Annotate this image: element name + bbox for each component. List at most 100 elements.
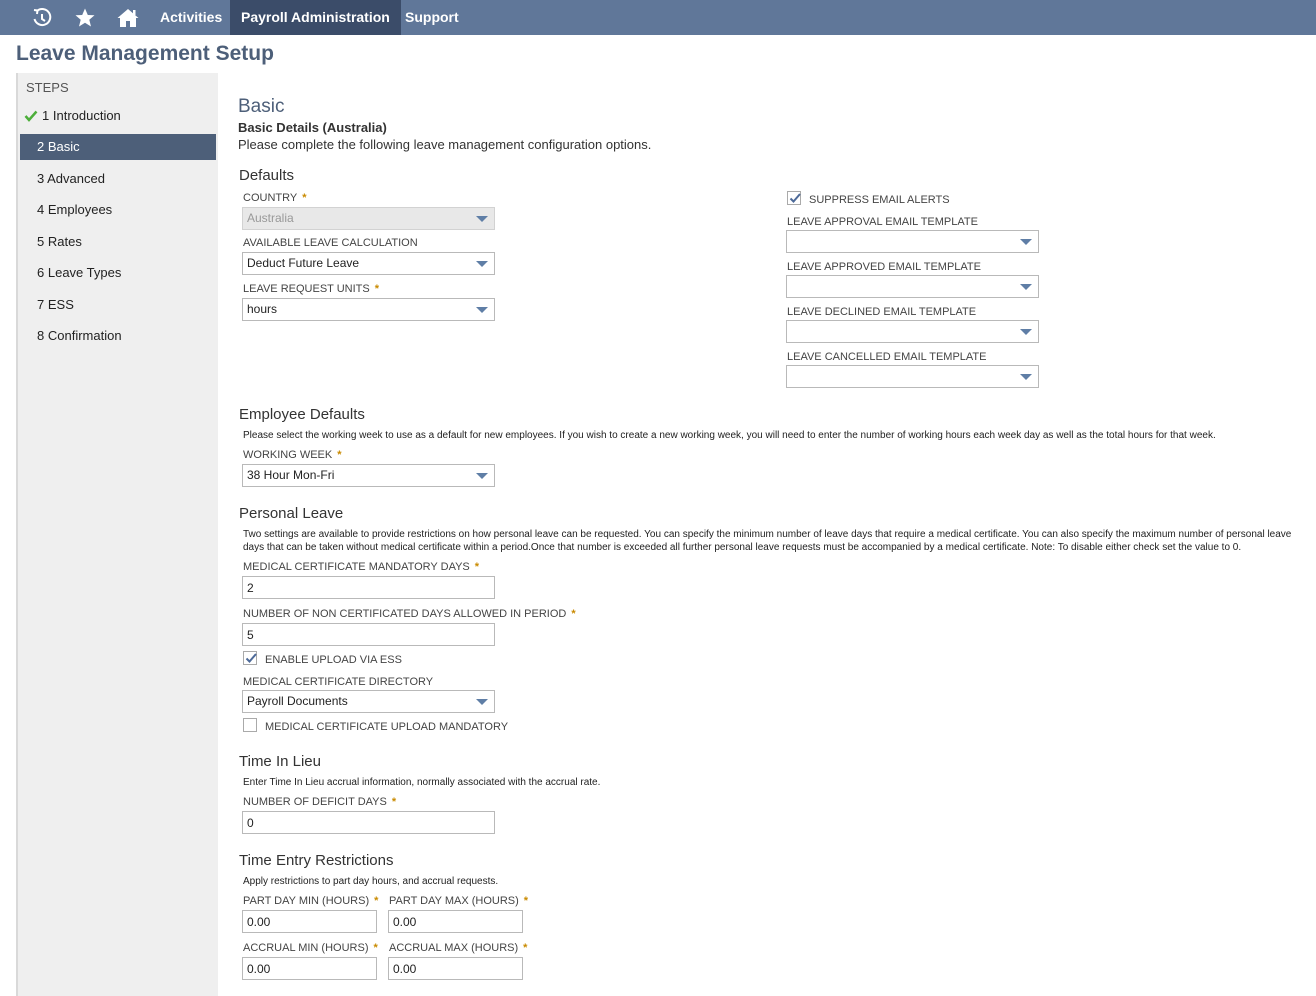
- step-confirmation[interactable]: 8 Confirmation: [20, 323, 216, 349]
- section-heading: Basic: [238, 96, 285, 117]
- nav-payroll-administration[interactable]: Payroll Administration: [230, 0, 401, 35]
- personal-leave-title: Personal Leave: [239, 505, 344, 522]
- step-label: Advanced: [47, 171, 105, 186]
- deficit-days-label: NUMBER OF DEFICIT DAYS *: [243, 796, 397, 808]
- suppress-email-checkbox[interactable]: [787, 191, 801, 205]
- cert-directory-value: Payroll Documents: [247, 694, 348, 708]
- time-entry-title: Time Entry Restrictions: [239, 852, 394, 869]
- enable-upload-checkbox[interactable]: [243, 651, 257, 665]
- cert-directory-label: MEDICAL CERTIFICATE DIRECTORY: [243, 676, 434, 688]
- step-introduction[interactable]: 1 Introduction: [20, 103, 216, 129]
- time-in-lieu-title: Time In Lieu: [239, 753, 321, 770]
- check-icon: [789, 193, 801, 203]
- non-cert-days-label: NUMBER OF NON CERTIFICATED DAYS ALLOWED …: [243, 608, 576, 620]
- approved-template-label: LEAVE APPROVED EMAIL TEMPLATE: [787, 261, 981, 273]
- time-in-lieu-desc: Enter Time In Lieu accrual information, …: [243, 777, 601, 788]
- employee-defaults-title: Employee Defaults: [239, 406, 365, 423]
- part-max-input[interactable]: [388, 910, 523, 933]
- upload-mandatory-checkbox[interactable]: [243, 718, 257, 732]
- accrual-min-input[interactable]: [242, 957, 377, 980]
- intro-text: Please complete the following leave mana…: [238, 137, 652, 152]
- approved-template-select[interactable]: [786, 275, 1039, 298]
- step-leave-types[interactable]: 6 Leave Types: [20, 260, 216, 286]
- step-advanced[interactable]: 3 Advanced: [20, 166, 216, 192]
- suppress-email-label: SUPPRESS EMAIL ALERTS: [809, 194, 950, 206]
- non-cert-days-input[interactable]: [242, 623, 495, 646]
- chevron-down-icon: [1020, 374, 1032, 380]
- step-label: Introduction: [52, 108, 121, 123]
- steps-header: STEPS: [26, 80, 69, 95]
- country-label: COUNTRY *: [243, 192, 307, 204]
- part-max-label: PART DAY MAX (HOURS) *: [389, 895, 529, 907]
- employee-defaults-desc: Please select the working week to use as…: [243, 430, 1216, 441]
- recent-icon[interactable]: [29, 5, 55, 30]
- accrual-max-label: ACCRUAL MAX (HOURS) *: [389, 942, 528, 954]
- step-label: Rates: [47, 234, 82, 249]
- time-entry-desc: Apply restrictions to part day hours, an…: [243, 876, 499, 887]
- step-number: 6: [37, 265, 45, 280]
- step-ess[interactable]: 7 ESS: [20, 292, 216, 318]
- available-leave-value: Deduct Future Leave: [247, 256, 360, 270]
- step-number: 2: [37, 139, 45, 154]
- step-basic[interactable]: 2 Basic: [20, 134, 216, 160]
- page-title: Leave Management Setup: [16, 42, 274, 65]
- cancelled-template-select[interactable]: [786, 365, 1039, 388]
- steps-panel: STEPS 1 Introduction 2 Basic 3 Advanced …: [16, 73, 218, 996]
- request-units-label: LEAVE REQUEST UNITS *: [243, 283, 380, 295]
- enable-upload-label: ENABLE UPLOAD VIA ESS: [265, 654, 402, 666]
- step-rates[interactable]: 5 Rates: [20, 229, 216, 255]
- accrual-min-label: ACCRUAL MIN (HOURS) *: [243, 942, 378, 954]
- country-select: Australia: [242, 207, 495, 230]
- nav-support[interactable]: Support: [394, 0, 470, 35]
- step-label: Leave Types: [47, 265, 122, 280]
- approval-template-select[interactable]: [786, 230, 1039, 253]
- working-week-value: 38 Hour Mon-Fri: [247, 468, 335, 482]
- top-nav: Activities Payroll Administration Suppor…: [0, 0, 1316, 35]
- step-label: Confirmation: [47, 328, 122, 343]
- chevron-down-icon: [476, 699, 488, 705]
- upload-mandatory-label: MEDICAL CERTIFICATE UPLOAD MANDATORY: [265, 721, 509, 733]
- step-number: 3: [37, 171, 45, 186]
- chevron-down-icon: [1020, 239, 1032, 245]
- mandatory-days-input[interactable]: [242, 576, 495, 599]
- available-leave-select[interactable]: Deduct Future Leave: [242, 252, 495, 275]
- country-value: Australia: [247, 211, 294, 225]
- step-number: 1: [42, 108, 50, 123]
- declined-template-label: LEAVE DECLINED EMAIL TEMPLATE: [787, 306, 977, 318]
- part-min-input[interactable]: [242, 910, 377, 933]
- step-number: 5: [37, 234, 45, 249]
- home-icon[interactable]: [115, 5, 141, 30]
- nav-activities[interactable]: Activities: [149, 0, 233, 35]
- working-week-label: WORKING WEEK *: [243, 449, 342, 461]
- chevron-down-icon: [1020, 329, 1032, 335]
- personal-leave-desc: Two settings are available to provide re…: [243, 529, 1292, 553]
- chevron-down-icon: [1020, 284, 1032, 290]
- step-employees[interactable]: 4 Employees: [20, 197, 216, 223]
- step-label: Basic: [47, 139, 80, 154]
- request-units-select[interactable]: hours: [242, 298, 495, 321]
- chevron-down-icon: [476, 473, 488, 479]
- cancelled-template-label: LEAVE CANCELLED EMAIL TEMPLATE: [787, 351, 987, 363]
- request-units-value: hours: [247, 302, 278, 316]
- step-number: 4: [37, 202, 45, 217]
- star-icon[interactable]: [72, 5, 98, 30]
- cert-directory-select[interactable]: Payroll Documents: [242, 690, 495, 713]
- part-min-label: PART DAY MIN (HOURS) *: [243, 895, 379, 907]
- working-week-select[interactable]: 38 Hour Mon-Fri: [242, 464, 495, 487]
- check-icon: [245, 653, 257, 663]
- chevron-down-icon: [476, 216, 488, 222]
- defaults-title: Defaults: [239, 167, 295, 184]
- deficit-days-input[interactable]: [242, 811, 495, 834]
- chevron-down-icon: [476, 307, 488, 313]
- mandatory-days-label: MEDICAL CERTIFICATE MANDATORY DAYS *: [243, 561, 480, 573]
- chevron-down-icon: [476, 261, 488, 267]
- declined-template-select[interactable]: [786, 320, 1039, 343]
- step-label: ESS: [47, 297, 74, 312]
- step-number: 7: [37, 297, 45, 312]
- step-label: Employees: [47, 202, 113, 217]
- approval-template-label: LEAVE APPROVAL EMAIL TEMPLATE: [787, 216, 978, 228]
- step-number: 8: [37, 328, 45, 343]
- section-subheading: Basic Details (Australia): [238, 120, 387, 135]
- check-icon: [24, 103, 38, 138]
- accrual-max-input[interactable]: [388, 957, 523, 980]
